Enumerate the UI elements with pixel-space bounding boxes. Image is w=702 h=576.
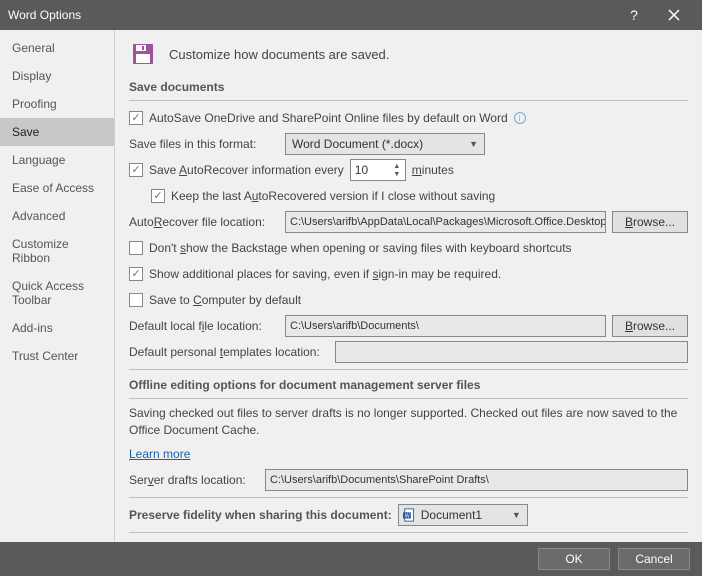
header-text: Customize how documents are saved.: [169, 47, 389, 62]
default-tpl-label: Default personal templates location:: [129, 345, 329, 359]
divider: [129, 497, 688, 498]
close-icon: [668, 9, 680, 21]
preserve-doc-select[interactable]: W Document1 ▼: [398, 504, 528, 526]
chevron-down-icon: ▼: [512, 510, 521, 520]
row-additional-places: Show additional places for saving, even …: [129, 263, 688, 285]
autosave-label: AutoSave OneDrive and SharePoint Online …: [149, 111, 508, 125]
save-computer-label: Save to Computer by default: [149, 293, 301, 307]
dialog-body: General Display Proofing Save Language E…: [0, 30, 702, 542]
sidebar-item-display[interactable]: Display: [0, 62, 114, 90]
ar-loc-browse-button[interactable]: BBrowse...rowse...: [612, 211, 688, 233]
preserve-doc-value: Document1: [421, 508, 482, 522]
ar-loc-input[interactable]: C:\Users\arifb\AppData\Local\Packages\Mi…: [285, 211, 606, 233]
drafts-input[interactable]: C:\Users\arifb\Documents\SharePoint Draf…: [265, 469, 688, 491]
autosave-checkbox[interactable]: [129, 111, 143, 125]
autorecover-checkbox[interactable]: [129, 163, 143, 177]
keep-last-label: Keep the last AutoRecovered version if I…: [171, 189, 495, 203]
sidebar: General Display Proofing Save Language E…: [0, 30, 115, 542]
word-options-dialog: Word Options ? General Display Proofing …: [0, 0, 702, 576]
spinner-buttons[interactable]: ▲▼: [391, 162, 403, 178]
sidebar-item-ease-of-access[interactable]: Ease of Access: [0, 174, 114, 202]
row-server-drafts: Server drafts location: C:\Users\arifb\D…: [129, 469, 688, 491]
row-preserve-header: Preserve fidelity when sharing this docu…: [129, 504, 688, 526]
row-embed-fonts: Embed fonts in the file i: [129, 539, 688, 542]
learn-more-link[interactable]: Learn more: [129, 447, 190, 461]
row-default-templates: Default personal templates location:: [129, 341, 688, 363]
sidebar-item-proofing[interactable]: Proofing: [0, 90, 114, 118]
default-loc-browse-button[interactable]: Browse...: [612, 315, 688, 337]
sidebar-item-add-ins[interactable]: Add-ins: [0, 314, 114, 342]
divider: [129, 100, 688, 101]
default-tpl-input[interactable]: [335, 341, 688, 363]
section-offline: Offline editing options for document man…: [129, 378, 688, 392]
autorecover-label: Save AutoRecover information every: [149, 163, 344, 177]
titlebar-title: Word Options: [8, 8, 614, 22]
backstage-label: Don't show the Backstage when opening or…: [149, 241, 572, 255]
divider: [129, 532, 688, 533]
offline-note: Saving checked out files to server draft…: [129, 405, 688, 439]
sidebar-item-general[interactable]: General: [0, 34, 114, 62]
row-keep-last: Keep the last AutoRecovered version if I…: [129, 185, 688, 207]
row-default-location: Default local file location: C:\Users\ar…: [129, 315, 688, 337]
divider: [129, 369, 688, 370]
autorecover-unit: minutes: [412, 163, 454, 177]
additional-checkbox[interactable]: [129, 267, 143, 281]
row-learn-more: Learn more: [129, 443, 688, 465]
row-offline-note: Saving checked out files to server draft…: [129, 405, 688, 439]
chevron-down-icon: ▼: [469, 139, 478, 149]
titlebar: Word Options ?: [0, 0, 702, 30]
autorecover-value: 10: [355, 163, 368, 177]
save-icon: [129, 40, 157, 68]
cancel-button[interactable]: Cancel: [618, 548, 690, 570]
save-format-select[interactable]: Word Document (*.docx) ▼: [285, 133, 485, 155]
ar-loc-label: AutoRecover file location:: [129, 215, 279, 229]
info-icon[interactable]: i: [514, 112, 526, 124]
content-pane: Customize how documents are saved. Save …: [115, 30, 702, 542]
default-loc-input[interactable]: C:\Users\arifb\Documents\: [285, 315, 606, 337]
header-row: Customize how documents are saved.: [129, 40, 688, 68]
ok-button[interactable]: OK: [538, 548, 610, 570]
section-save-documents: Save documents: [129, 80, 688, 94]
autorecover-minutes-input[interactable]: 10 ▲▼: [350, 159, 406, 181]
row-autorecover-location: AutoRecover file location: C:\Users\arif…: [129, 211, 688, 233]
drafts-label: Server drafts location:: [129, 473, 259, 487]
save-format-value: Word Document (*.docx): [292, 137, 423, 151]
additional-label: Show additional places for saving, even …: [149, 267, 501, 281]
sidebar-item-save[interactable]: Save: [0, 118, 114, 146]
sidebar-item-customize-ribbon[interactable]: Customize Ribbon: [0, 230, 114, 272]
keep-last-checkbox[interactable]: [151, 189, 165, 203]
sidebar-item-language[interactable]: Language: [0, 146, 114, 174]
backstage-checkbox[interactable]: [129, 241, 143, 255]
save-computer-checkbox[interactable]: [129, 293, 143, 307]
button-bar: OK Cancel: [0, 542, 702, 576]
row-autosave: AutoSave OneDrive and SharePoint Online …: [129, 107, 688, 129]
close-button[interactable]: [654, 0, 694, 30]
sidebar-item-advanced[interactable]: Advanced: [0, 202, 114, 230]
row-save-format: Save files in this format: Word Document…: [129, 133, 688, 155]
help-button[interactable]: ?: [614, 0, 654, 30]
sidebar-item-trust-center[interactable]: Trust Center: [0, 342, 114, 370]
word-doc-icon: W: [403, 508, 417, 522]
section-preserve: Preserve fidelity when sharing this docu…: [129, 508, 392, 522]
divider: [129, 398, 688, 399]
sidebar-item-quick-access-toolbar[interactable]: Quick Access Toolbar: [0, 272, 114, 314]
default-loc-label: Default local file location:: [129, 319, 279, 333]
row-autorecover: Save AutoRecover information every 10 ▲▼…: [129, 159, 688, 181]
row-save-computer: Save to Computer by default: [129, 289, 688, 311]
row-backstage: Don't show the Backstage when opening or…: [129, 237, 688, 259]
save-format-label: Save files in this format:: [129, 137, 279, 151]
svg-text:W: W: [404, 513, 409, 519]
